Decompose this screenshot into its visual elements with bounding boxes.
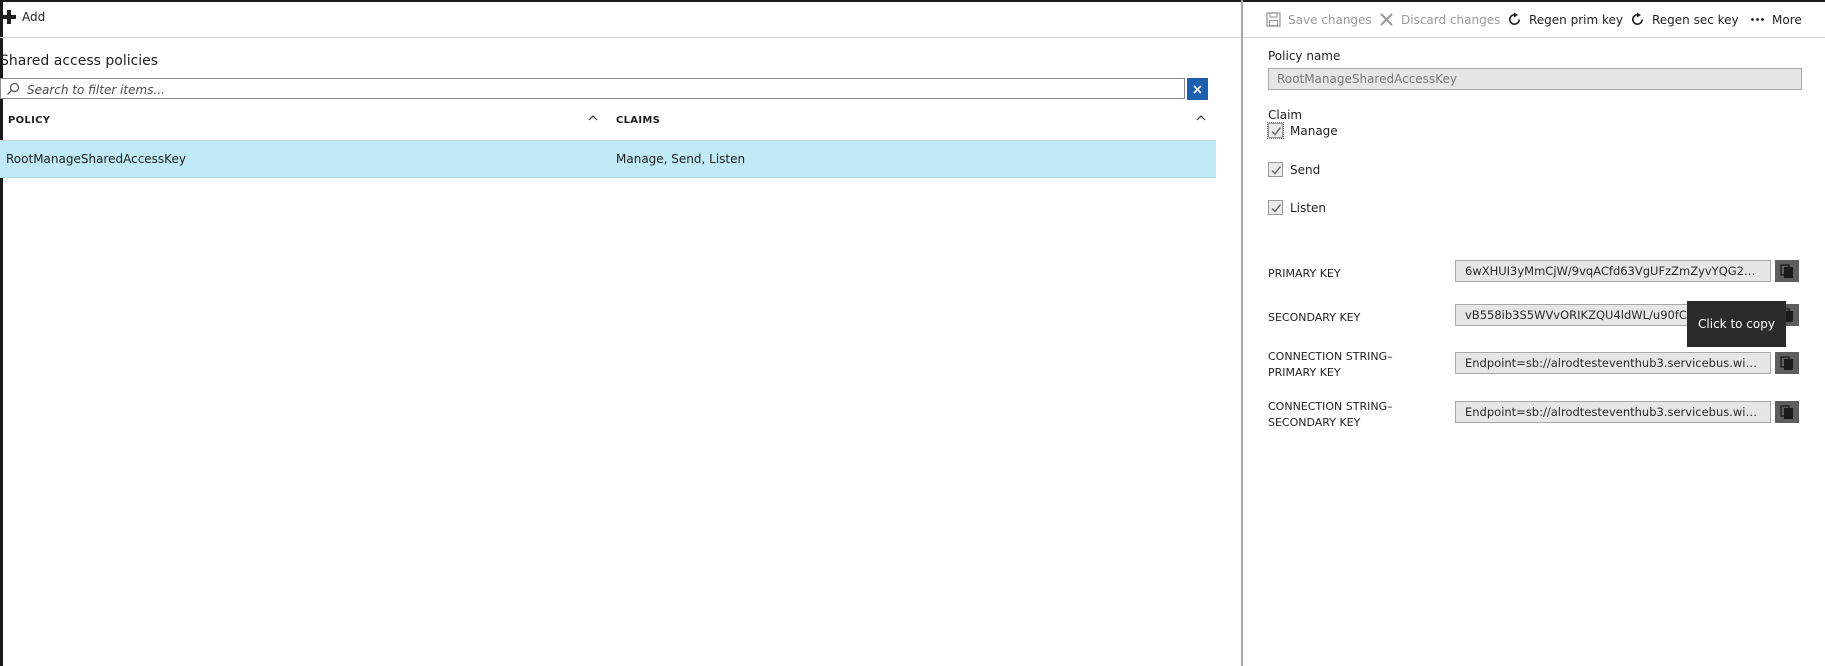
checkmark-icon xyxy=(1270,165,1281,175)
more-button[interactable]: More xyxy=(1750,12,1802,27)
window-top-border xyxy=(0,0,1825,2)
regen-sec-key-button[interactable]: Regen sec key xyxy=(1630,12,1739,27)
primary-key-input[interactable] xyxy=(1455,260,1771,282)
copy-conn-string-primary-button[interactable] xyxy=(1775,352,1799,374)
claims-cell: Manage, Send, Listen xyxy=(616,152,746,166)
table-row[interactable]: RootManageSharedAccessKey Manage, Send, … xyxy=(0,141,1216,178)
filter-search-box[interactable] xyxy=(0,78,1185,99)
checkbox-box[interactable] xyxy=(1268,162,1283,177)
claim-send-checkbox[interactable]: Send xyxy=(1268,162,1320,177)
claim-label: Claim xyxy=(1268,108,1303,122)
checkmark-icon xyxy=(1270,203,1281,213)
conn-string-primary-label: CONNECTION STRING– PRIMARY KEY xyxy=(1268,349,1393,381)
filter-search-input[interactable] xyxy=(25,80,1179,99)
copy-primary-key-button[interactable] xyxy=(1775,260,1799,282)
column-header-policy[interactable]: POLICY xyxy=(8,115,50,126)
refresh-icon xyxy=(1632,12,1643,25)
regen-sec-key-label: Regen sec key xyxy=(1652,12,1739,27)
conn-string-secondary-label-line2: SECONDARY KEY xyxy=(1268,416,1361,429)
save-icon xyxy=(1266,12,1281,27)
add-button-label: Add xyxy=(22,10,46,24)
discard-changes-button[interactable]: Discard changes xyxy=(1379,12,1500,27)
chevron-up-icon[interactable] xyxy=(587,113,599,123)
toolbar-divider-left xyxy=(0,37,1241,38)
discard-changes-label: Discard changes xyxy=(1401,12,1501,27)
toolbar-divider-right xyxy=(1243,37,1825,38)
clear-search-button[interactable] xyxy=(1187,78,1208,100)
conn-string-secondary-input[interactable] xyxy=(1455,401,1771,423)
ellipsis-icon xyxy=(1751,18,1764,21)
plus-icon xyxy=(2,10,16,24)
save-changes-button[interactable]: Save changes xyxy=(1266,12,1372,27)
window-left-border xyxy=(0,0,3,666)
copy-icon xyxy=(1780,405,1793,419)
conn-string-primary-label-line1: CONNECTION STRING– xyxy=(1268,350,1393,363)
conn-string-secondary-label-line1: CONNECTION STRING– xyxy=(1268,400,1393,413)
claim-send-label: Send xyxy=(1290,162,1321,177)
conn-string-primary-label-line2: PRIMARY KEY xyxy=(1268,366,1341,379)
save-changes-label: Save changes xyxy=(1288,12,1372,27)
conn-string-primary-input[interactable] xyxy=(1455,352,1771,374)
close-icon xyxy=(1193,84,1202,94)
add-button[interactable]: Add xyxy=(2,10,45,24)
claim-listen-label: Listen xyxy=(1290,200,1326,215)
close-icon xyxy=(1380,13,1393,26)
section-title: Shared access policies xyxy=(0,53,159,69)
policy-name-label: Policy name xyxy=(1268,49,1341,63)
refresh-icon xyxy=(1509,12,1520,25)
search-icon xyxy=(7,82,20,95)
copy-tooltip: Click to copy xyxy=(1687,301,1786,347)
checkbox-box[interactable] xyxy=(1268,200,1283,215)
primary-key-label: PRIMARY KEY xyxy=(1268,267,1341,280)
copy-icon xyxy=(1780,356,1793,370)
checkbox-box[interactable] xyxy=(1267,122,1284,139)
conn-string-secondary-label: CONNECTION STRING– SECONDARY KEY xyxy=(1268,399,1393,431)
more-label: More xyxy=(1772,12,1802,27)
column-header-claims[interactable]: CLAIMS xyxy=(616,115,660,126)
chevron-up-icon[interactable] xyxy=(1195,113,1207,123)
secondary-key-label: SECONDARY KEY xyxy=(1268,311,1361,324)
copy-icon xyxy=(1780,264,1793,278)
pane-splitter[interactable] xyxy=(1241,0,1243,666)
policy-name-input[interactable] xyxy=(1268,68,1802,90)
claim-manage-checkbox[interactable]: Manage xyxy=(1267,122,1338,139)
checkmark-icon xyxy=(1270,126,1281,136)
policy-cell: RootManageSharedAccessKey xyxy=(6,152,186,166)
claim-listen-checkbox[interactable]: Listen xyxy=(1268,200,1326,215)
copy-conn-string-secondary-button[interactable] xyxy=(1775,401,1799,423)
regen-prim-key-button[interactable]: Regen prim key xyxy=(1507,12,1623,27)
regen-prim-key-label: Regen prim key xyxy=(1529,12,1623,27)
claim-manage-label: Manage xyxy=(1290,123,1338,138)
